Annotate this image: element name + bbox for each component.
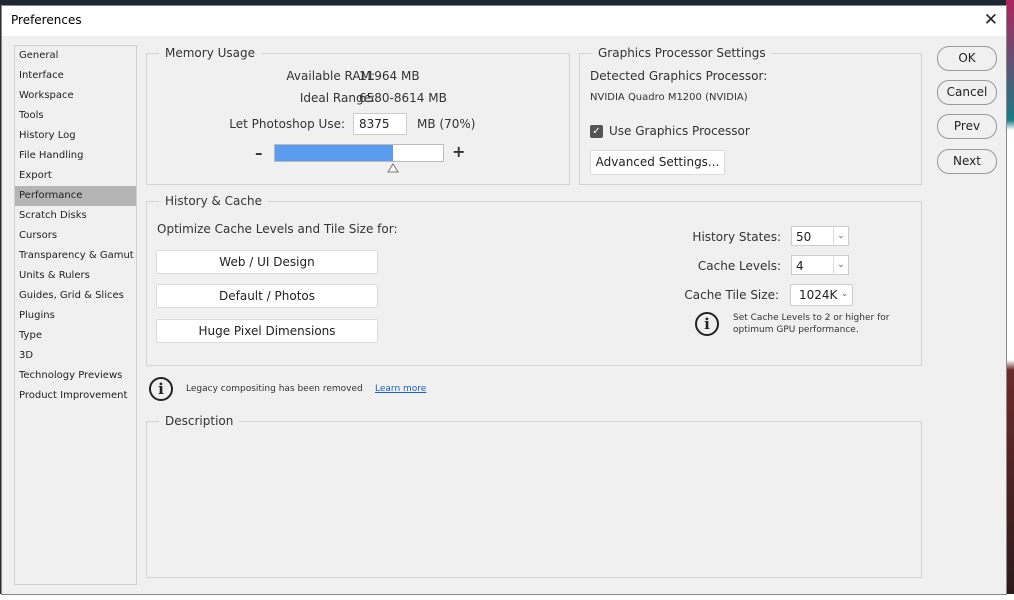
memory-use-unit: MB (70%) [417, 117, 476, 131]
memory-usage-group: Memory Usage Available RAM: 11964 MB Ide… [146, 46, 570, 185]
title-bar: Preferences ✕ [2, 6, 1006, 36]
description-title: Description [159, 414, 240, 428]
memory-slider[interactable] [274, 144, 444, 162]
memory-slider-handle[interactable] [387, 163, 399, 173]
chevron-down-icon: ⌄ [833, 227, 848, 245]
cancel-button[interactable]: Cancel [937, 80, 997, 105]
chevron-down-icon: ⌄ [840, 289, 849, 299]
sidebar-item-cursors[interactable]: Cursors [15, 226, 136, 246]
history-cache-group: History & Cache Optimize Cache Levels an… [146, 194, 922, 366]
history-cache-title: History & Cache [159, 194, 268, 208]
chevron-down-icon: ⌄ [833, 256, 848, 274]
available-ram-value: 11964 MB [359, 69, 420, 83]
sidebar-item-workspace[interactable]: Workspace [15, 86, 136, 106]
sidebar-item-interface[interactable]: Interface [15, 66, 136, 86]
sidebar-item-3d[interactable]: 3D [15, 346, 136, 366]
sidebar-item-plugins[interactable]: Plugins [15, 306, 136, 326]
learn-more-link[interactable]: Learn more [375, 384, 426, 394]
cache-tile-size-select[interactable]: 1024K ⌄ [790, 284, 853, 306]
ok-button[interactable]: OK [937, 46, 997, 71]
huge-pixel-dimensions-button[interactable]: Huge Pixel Dimensions [156, 319, 378, 343]
sidebar-item-performance[interactable]: Performance [15, 186, 136, 206]
cache-tile-size-value: 1024K [799, 288, 838, 302]
sidebar-item-units-rulers[interactable]: Units & Rulers [15, 266, 136, 286]
background-app-right [1006, 0, 1014, 600]
photoshop-use-label: Let Photoshop Use: [229, 117, 345, 131]
sidebar-item-guides-grid-slices[interactable]: Guides, Grid & Slices [15, 286, 136, 306]
gpu-settings-group: Graphics Processor Settings Detected Gra… [579, 46, 922, 185]
use-gpu-checkbox[interactable]: ✓ [590, 125, 603, 138]
sidebar-item-tools[interactable]: Tools [15, 106, 136, 126]
sidebar-item-general[interactable]: General [15, 46, 136, 66]
info-icon: i [695, 312, 719, 336]
sidebar-item-scratch-disks[interactable]: Scratch Disks [15, 206, 136, 226]
sidebar-item-history-log[interactable]: History Log [15, 126, 136, 146]
ideal-range-value: 6580-8614 MB [359, 91, 447, 105]
gpu-settings-title: Graphics Processor Settings [592, 46, 772, 60]
sidebar-item-transparency-gamut[interactable]: Transparency & Gamut [15, 246, 136, 266]
memory-slider-fill [275, 145, 393, 161]
cache-levels-value: 4 [796, 259, 804, 273]
sidebar-item-product-improvement[interactable]: Product Improvement [15, 386, 136, 406]
window-title: Preferences [11, 13, 82, 27]
use-gpu-label: Use Graphics Processor [609, 124, 750, 138]
sidebar-item-file-handling[interactable]: File Handling [15, 146, 136, 166]
sidebar: General Interface Workspace Tools History Lo… [14, 45, 137, 585]
description-group: Description [146, 414, 922, 578]
close-icon[interactable]: ✕ [984, 10, 998, 30]
next-button[interactable]: Next [937, 149, 997, 174]
detected-gpu-label: Detected Graphics Processor: [590, 69, 768, 83]
sidebar-item-type[interactable]: Type [15, 326, 136, 346]
history-states-value: 50 [796, 230, 812, 244]
info-icon: i [149, 377, 173, 401]
cache-tile-size-label: Cache Tile Size: [684, 288, 779, 302]
legacy-notice: Legacy compositing has been removed [186, 384, 363, 394]
cache-levels-label: Cache Levels: [697, 259, 781, 273]
cache-hint-line1: Set Cache Levels to 2 or higher for [733, 313, 890, 323]
history-states-label: History States: [692, 230, 781, 244]
optimize-label: Optimize Cache Levels and Tile Size for: [157, 222, 398, 236]
memory-usage-title: Memory Usage [159, 46, 262, 60]
advanced-settings-button[interactable]: Advanced Settings... [590, 150, 725, 175]
sidebar-item-export[interactable]: Export [15, 166, 136, 186]
increase-memory-button[interactable]: + [452, 142, 465, 161]
web-ui-design-button[interactable]: Web / UI Design [156, 250, 378, 274]
preferences-dialog: Preferences ✕ General Interface Workspace T… [1, 5, 1007, 595]
memory-use-input[interactable]: 8375 [353, 113, 407, 135]
history-states-select[interactable]: 50 ⌄ [791, 226, 849, 246]
cache-hint-line2: optimum GPU performance. [733, 325, 859, 335]
sidebar-item-technology-previews[interactable]: Technology Previews [15, 366, 136, 386]
default-photos-button[interactable]: Default / Photos [156, 284, 378, 308]
prev-button[interactable]: Prev [937, 114, 997, 139]
decrease-memory-button[interactable]: – [255, 144, 263, 162]
detected-gpu-value: NVIDIA Quadro M1200 (NVIDIA) [590, 92, 748, 103]
cache-levels-select[interactable]: 4 ⌄ [791, 255, 849, 275]
